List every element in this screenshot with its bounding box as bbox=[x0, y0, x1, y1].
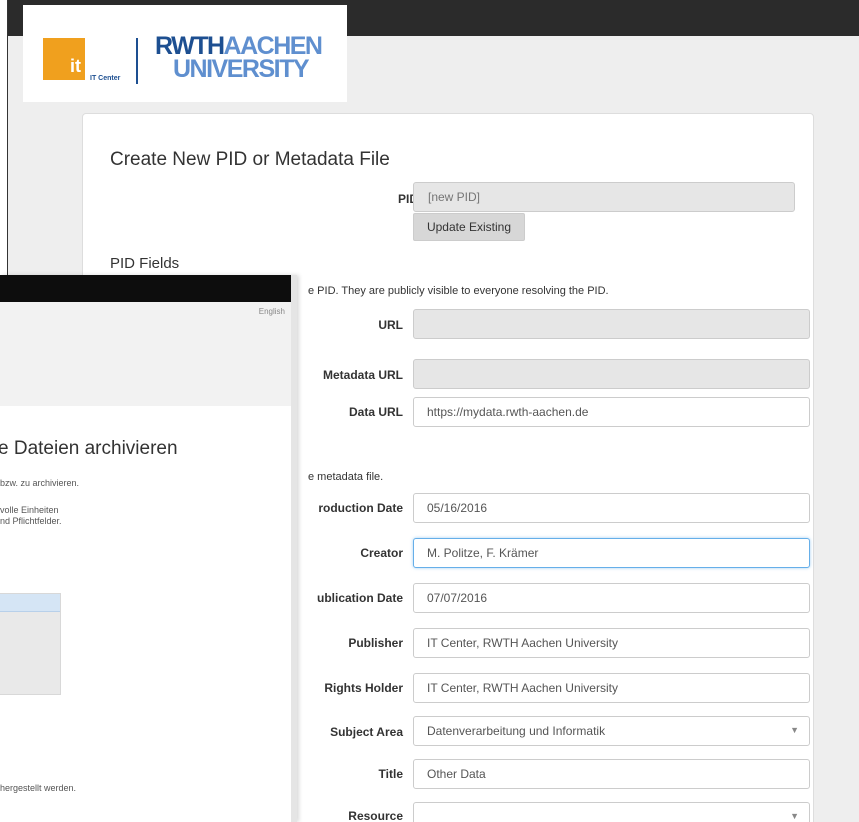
subject-area-select[interactable]: Datenverarbeitung und Informatik ▼ bbox=[413, 716, 810, 746]
archive-app-window: English e Dateien archivieren bzw. zu ar… bbox=[0, 275, 297, 822]
creator-label: Creator bbox=[360, 546, 403, 560]
logo-divider bbox=[136, 38, 138, 84]
subject-area-value: Datenverarbeitung und Informatik bbox=[427, 724, 606, 738]
file-list-header bbox=[0, 594, 60, 612]
chevron-down-icon: ▼ bbox=[790, 811, 799, 821]
resource-select[interactable]: ▼ bbox=[413, 802, 810, 822]
title-field[interactable]: Other Data bbox=[413, 759, 810, 789]
front-top-bar bbox=[0, 275, 291, 302]
file-drop-area[interactable] bbox=[0, 593, 61, 695]
data-url-field[interactable]: https://mydata.rwth-aachen.de bbox=[413, 397, 810, 427]
publisher-label: Publisher bbox=[348, 636, 403, 650]
logo-area: it IT Center RWTHAACHEN UNIVERSITY bbox=[23, 5, 347, 102]
production-date-field[interactable]: 05/16/2016 bbox=[413, 493, 810, 523]
metadata-info: e metadata file. bbox=[308, 471, 384, 483]
rwth-logo: RWTHAACHEN UNIVERSITY bbox=[155, 32, 323, 83]
data-url-label: Data URL bbox=[348, 405, 403, 419]
front-text-line-1: bzw. zu archivieren. bbox=[0, 478, 80, 488]
front-header bbox=[0, 302, 291, 406]
rights-holder-label: Rights Holder bbox=[324, 681, 403, 695]
metadata-url-field[interactable] bbox=[413, 359, 810, 389]
publication-date-field[interactable]: 07/07/2016 bbox=[413, 583, 810, 613]
front-text-line-4: hergestellt werden. bbox=[0, 783, 77, 793]
update-existing-button[interactable]: Update Existing bbox=[413, 213, 525, 241]
front-text-line-3: nd Pflichtfelder. bbox=[0, 516, 62, 526]
language-link[interactable]: English bbox=[259, 307, 285, 316]
publication-date-label: ublication Date bbox=[316, 591, 403, 605]
creator-field[interactable]: M. Politze, F. Krämer bbox=[413, 538, 810, 568]
resource-label: Resource bbox=[348, 809, 403, 822]
pid-input[interactable] bbox=[413, 182, 795, 212]
url-label: URL bbox=[378, 318, 403, 332]
pid-fields-heading: PID Fields bbox=[110, 255, 180, 272]
page-title: Create New PID or Metadata File bbox=[110, 149, 390, 170]
chevron-down-icon: ▼ bbox=[790, 725, 799, 735]
subject-area-label: Subject Area bbox=[330, 725, 403, 739]
title-label: Title bbox=[378, 767, 403, 781]
production-date-label: roduction Date bbox=[318, 501, 403, 515]
pid-label: PID bbox=[397, 192, 418, 206]
it-center-label: IT Center bbox=[90, 75, 121, 82]
url-field[interactable] bbox=[413, 309, 810, 339]
metadata-url-label: Metadata URL bbox=[322, 368, 403, 382]
front-page-title: e Dateien archivieren bbox=[0, 438, 178, 459]
it-center-logo: it bbox=[43, 38, 85, 80]
publisher-field[interactable]: IT Center, RWTH Aachen University bbox=[413, 628, 810, 658]
pid-fields-info: e PID. They are publicly visible to ever… bbox=[308, 285, 609, 297]
front-text-line-2: volle Einheiten bbox=[0, 505, 59, 515]
rights-holder-field[interactable]: IT Center, RWTH Aachen University bbox=[413, 673, 810, 703]
